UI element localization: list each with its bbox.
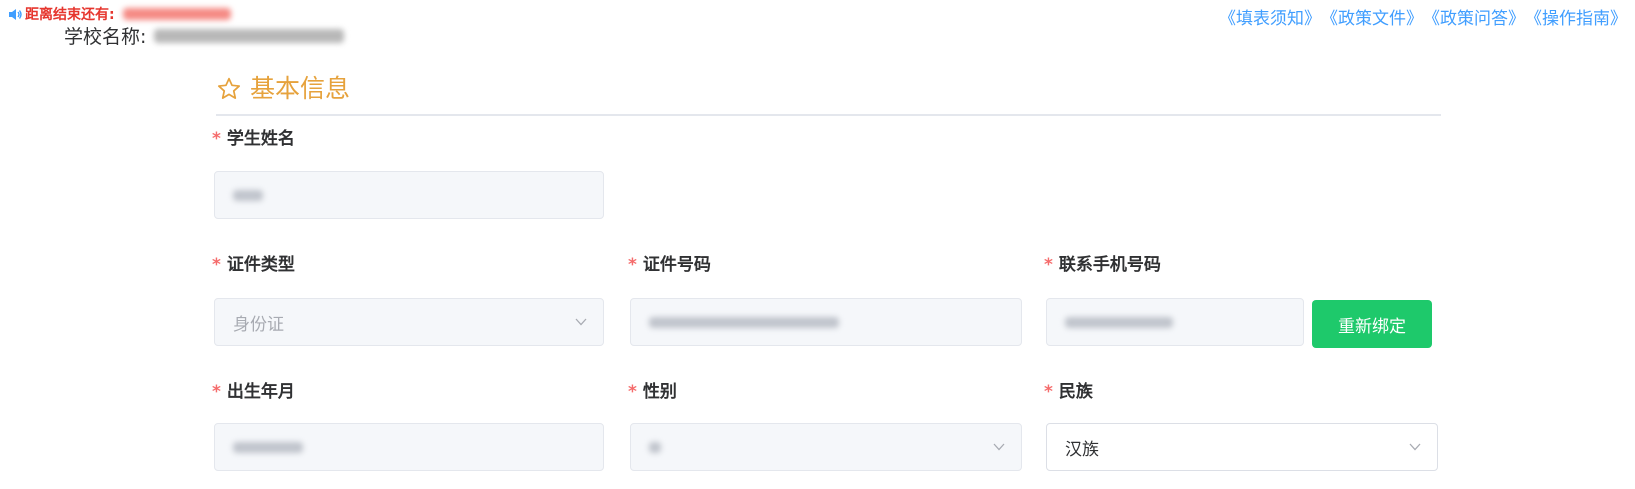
chevron-down-icon	[993, 443, 1005, 451]
ethnicity-select[interactable]: 汉族	[1046, 423, 1438, 471]
link-policy-qa[interactable]: 《政策问答》	[1423, 4, 1525, 29]
id-type-select[interactable]: 身份证	[214, 298, 604, 346]
countdown-value-redacted	[122, 8, 231, 20]
chevron-down-icon	[575, 318, 587, 326]
countdown-label: 距离结束还有:	[25, 7, 115, 23]
required-mark: *	[628, 382, 637, 402]
id-number-input[interactable]	[630, 298, 1022, 346]
required-mark: *	[212, 129, 221, 149]
gender-value-redacted	[649, 441, 661, 453]
label-id-type: * 证件类型	[212, 255, 295, 275]
ethnicity-value: 汉族	[1065, 439, 1099, 460]
school-value-redacted	[154, 28, 345, 43]
birth-date-value-redacted	[233, 441, 303, 453]
link-fill-instructions[interactable]: 《填表须知》	[1219, 4, 1321, 29]
top-links: 《填表须知》 《政策文件》 《政策问答》 《操作指南》	[1219, 4, 1627, 29]
phone-input[interactable]	[1046, 298, 1304, 346]
required-mark: *	[212, 255, 221, 275]
countdown-notice: 距离结束还有:	[8, 4, 231, 24]
id-type-value: 身份证	[233, 314, 284, 335]
required-mark: *	[1044, 382, 1053, 402]
label-ethnicity: * 民族	[1044, 382, 1093, 402]
id-number-value-redacted	[649, 316, 839, 328]
link-operation-guide[interactable]: 《操作指南》	[1525, 4, 1627, 29]
label-gender: * 性别	[628, 382, 677, 402]
label-id-number: * 证件号码	[628, 255, 711, 275]
star-outline-icon	[217, 77, 241, 99]
label-student-name: * 学生姓名	[212, 129, 295, 149]
chevron-down-icon	[1409, 443, 1421, 451]
required-mark: *	[212, 382, 221, 402]
label-birth-date: * 出生年月	[212, 382, 295, 402]
birth-date-input[interactable]	[214, 423, 604, 471]
required-mark: *	[1044, 255, 1053, 275]
phone-value-redacted	[1065, 316, 1173, 328]
speaker-icon	[9, 8, 22, 20]
section-title: 基本信息	[250, 74, 351, 103]
school-label: 学校名称:	[64, 26, 147, 48]
school-name: 学校名称:	[64, 22, 345, 49]
rebind-button[interactable]: 重新绑定	[1312, 300, 1432, 348]
student-name-input[interactable]	[214, 171, 604, 219]
section-header: 基本信息	[216, 72, 1441, 116]
required-mark: *	[628, 255, 637, 275]
label-phone: * 联系手机号码	[1044, 255, 1161, 275]
link-policy-documents[interactable]: 《政策文件》	[1321, 4, 1423, 29]
student-name-value-redacted	[233, 189, 263, 201]
gender-select[interactable]	[630, 423, 1022, 471]
